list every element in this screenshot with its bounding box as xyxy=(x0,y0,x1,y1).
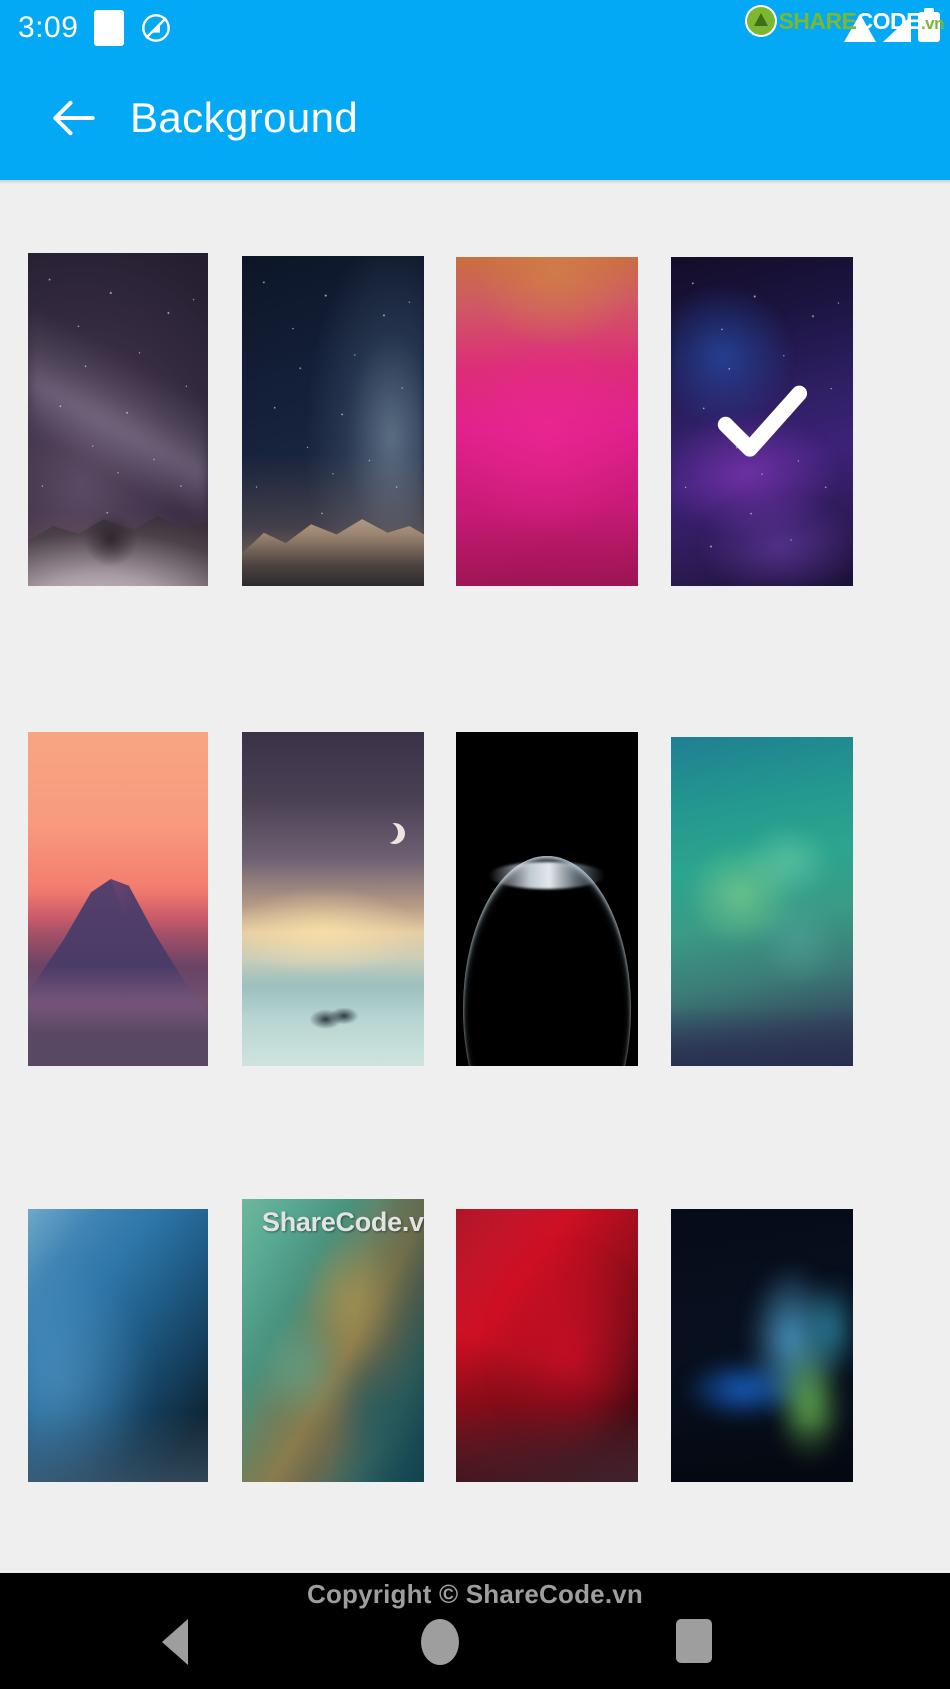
wallpaper-thumb-9[interactable] xyxy=(28,1209,208,1482)
wallpaper-item-3[interactable] xyxy=(456,257,638,586)
wallpaper-item-5[interactable] xyxy=(28,732,208,1066)
wallpaper-item-1[interactable] xyxy=(28,253,208,586)
wallpaper-thumb-10[interactable]: ShareCode.vn xyxy=(242,1199,424,1482)
sharecode-watermark-text: SHARECODE.vn xyxy=(778,7,945,34)
wallpaper-item-12[interactable] xyxy=(671,1209,853,1482)
wallpaper-thumb-7[interactable] xyxy=(456,732,638,1066)
android-nav-bar: Copyright © ShareCode.vn xyxy=(0,1573,950,1689)
watermark-code-text: CODE xyxy=(856,7,921,34)
wallpaper-item-4[interactable] xyxy=(671,257,853,586)
sharecode-badge-icon xyxy=(747,7,776,35)
wallpaper-item-11[interactable] xyxy=(456,1209,638,1482)
screenshot-icon xyxy=(94,10,125,46)
copyright-text: Copyright © ShareCode.vn xyxy=(307,1579,643,1609)
wallpaper-item-8[interactable] xyxy=(671,737,853,1066)
wallpaper-item-10[interactable]: ShareCode.vn xyxy=(242,1199,424,1482)
wallpaper-grid: ShareCode.vn xyxy=(0,184,950,1573)
app-bar: Background xyxy=(0,56,950,180)
status-bar-right: SHARECODE.vn xyxy=(680,0,950,56)
wallpaper-thumb-6[interactable] xyxy=(242,732,424,1066)
back-arrow-icon[interactable] xyxy=(46,90,102,146)
data-saver-icon xyxy=(140,12,172,44)
selected-check-icon xyxy=(671,257,853,586)
crescent-moon-icon xyxy=(377,822,398,843)
wallpaper-thumb-2[interactable] xyxy=(242,256,424,586)
wallpaper-thumb-11[interactable] xyxy=(456,1209,638,1482)
wallpaper-item-6[interactable] xyxy=(242,732,424,1066)
wallpaper-item-7[interactable] xyxy=(456,732,638,1066)
status-clock: 3:09 xyxy=(18,11,79,44)
wallpaper-thumb-3[interactable] xyxy=(456,257,638,586)
watermark-tld-text: .vn xyxy=(920,13,945,33)
wallpaper-thumb-5[interactable] xyxy=(28,732,208,1066)
wallpaper-thumb-1[interactable] xyxy=(28,253,208,586)
wallpaper-thumb-4[interactable] xyxy=(671,257,853,586)
nav-back-button[interactable] xyxy=(162,1619,188,1665)
wallpaper-thumb-8[interactable] xyxy=(671,737,853,1066)
wallpaper-picker-screen: 3:09 SHARECODE.vn Background ShareCode.v… xyxy=(0,0,950,1689)
watermark-share-text: SHARE xyxy=(778,7,857,34)
wallpaper-item-9[interactable] xyxy=(28,1209,208,1482)
nav-recents-button[interactable] xyxy=(676,1619,712,1663)
status-bar: 3:09 SHARECODE.vn xyxy=(0,0,950,56)
status-bar-left: 3:09 xyxy=(0,10,172,46)
wallpaper-thumb-12[interactable] xyxy=(671,1209,853,1482)
page-title: Background xyxy=(130,94,359,141)
nav-home-button[interactable] xyxy=(421,1619,459,1665)
sharecode-watermark-logo: SHARECODE.vn xyxy=(747,4,945,38)
wallpaper-item-2[interactable] xyxy=(242,256,424,586)
